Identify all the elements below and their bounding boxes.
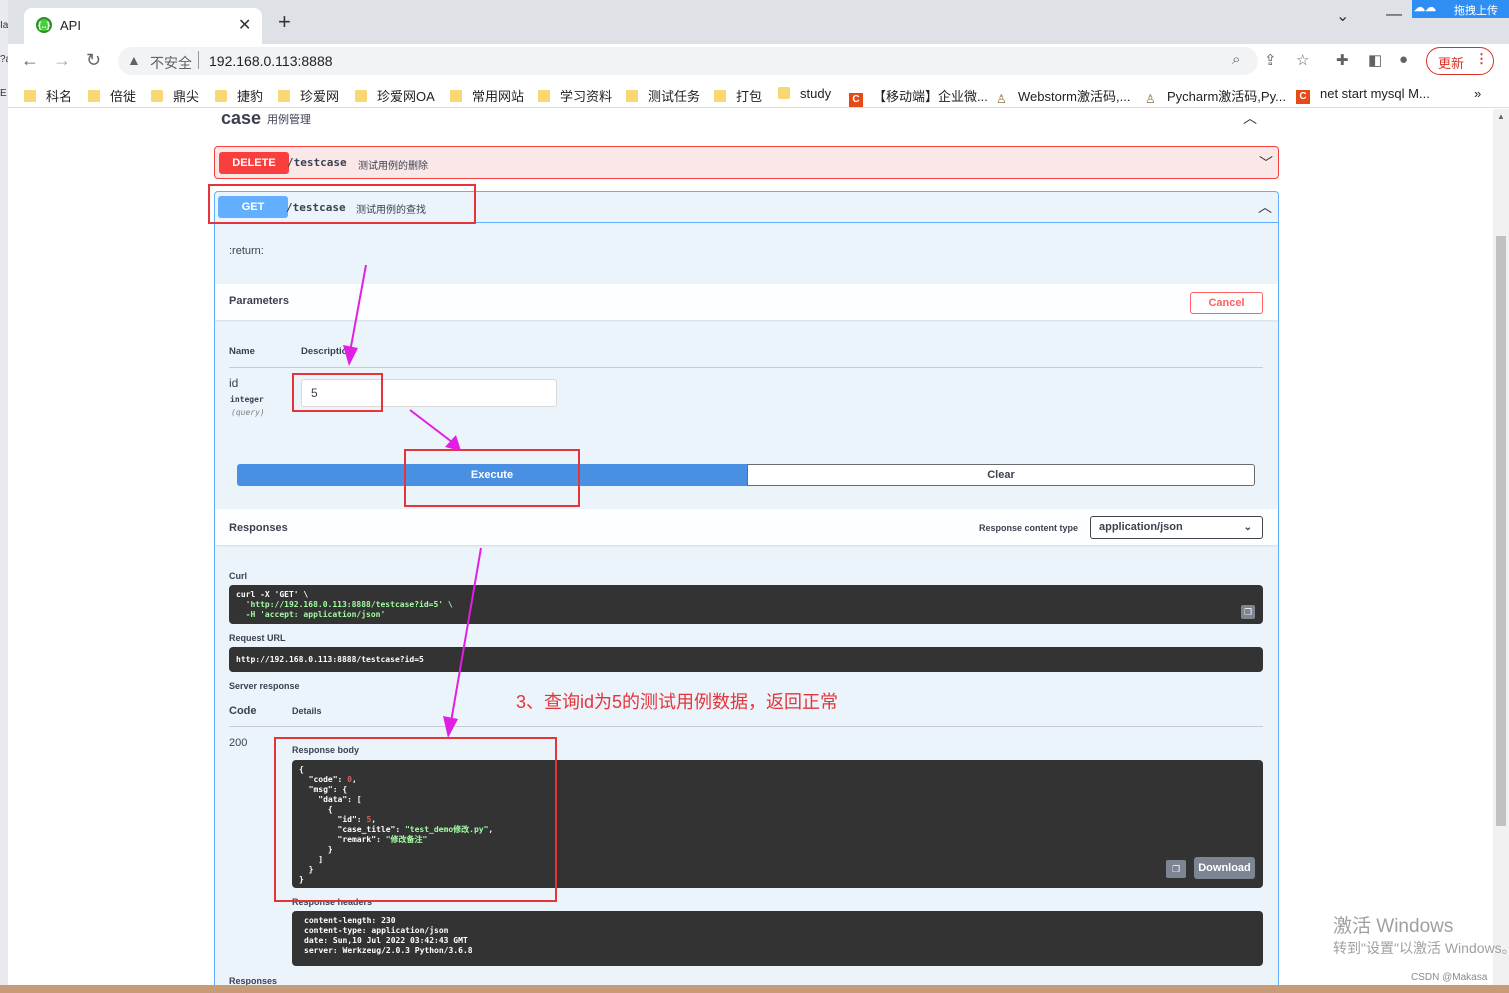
windows-activation-title: 激活 Windows <box>1333 916 1454 937</box>
arrow-to-execute <box>409 409 453 443</box>
arrowhead-icon <box>443 716 458 738</box>
annotation-text: 3、查询id为5的测试用例数据，返回正常 <box>516 692 839 712</box>
windows-activation-hint: 转到"设置"以激活 Windows。 <box>1333 940 1509 956</box>
arrow-to-input <box>349 264 367 353</box>
annotation-arrows <box>343 264 482 738</box>
csdn-watermark: CSDN @Makasa <box>1411 972 1488 983</box>
arrowhead-icon <box>343 345 358 366</box>
arrow-to-response <box>450 547 482 723</box>
desktop-border <box>0 985 1509 993</box>
